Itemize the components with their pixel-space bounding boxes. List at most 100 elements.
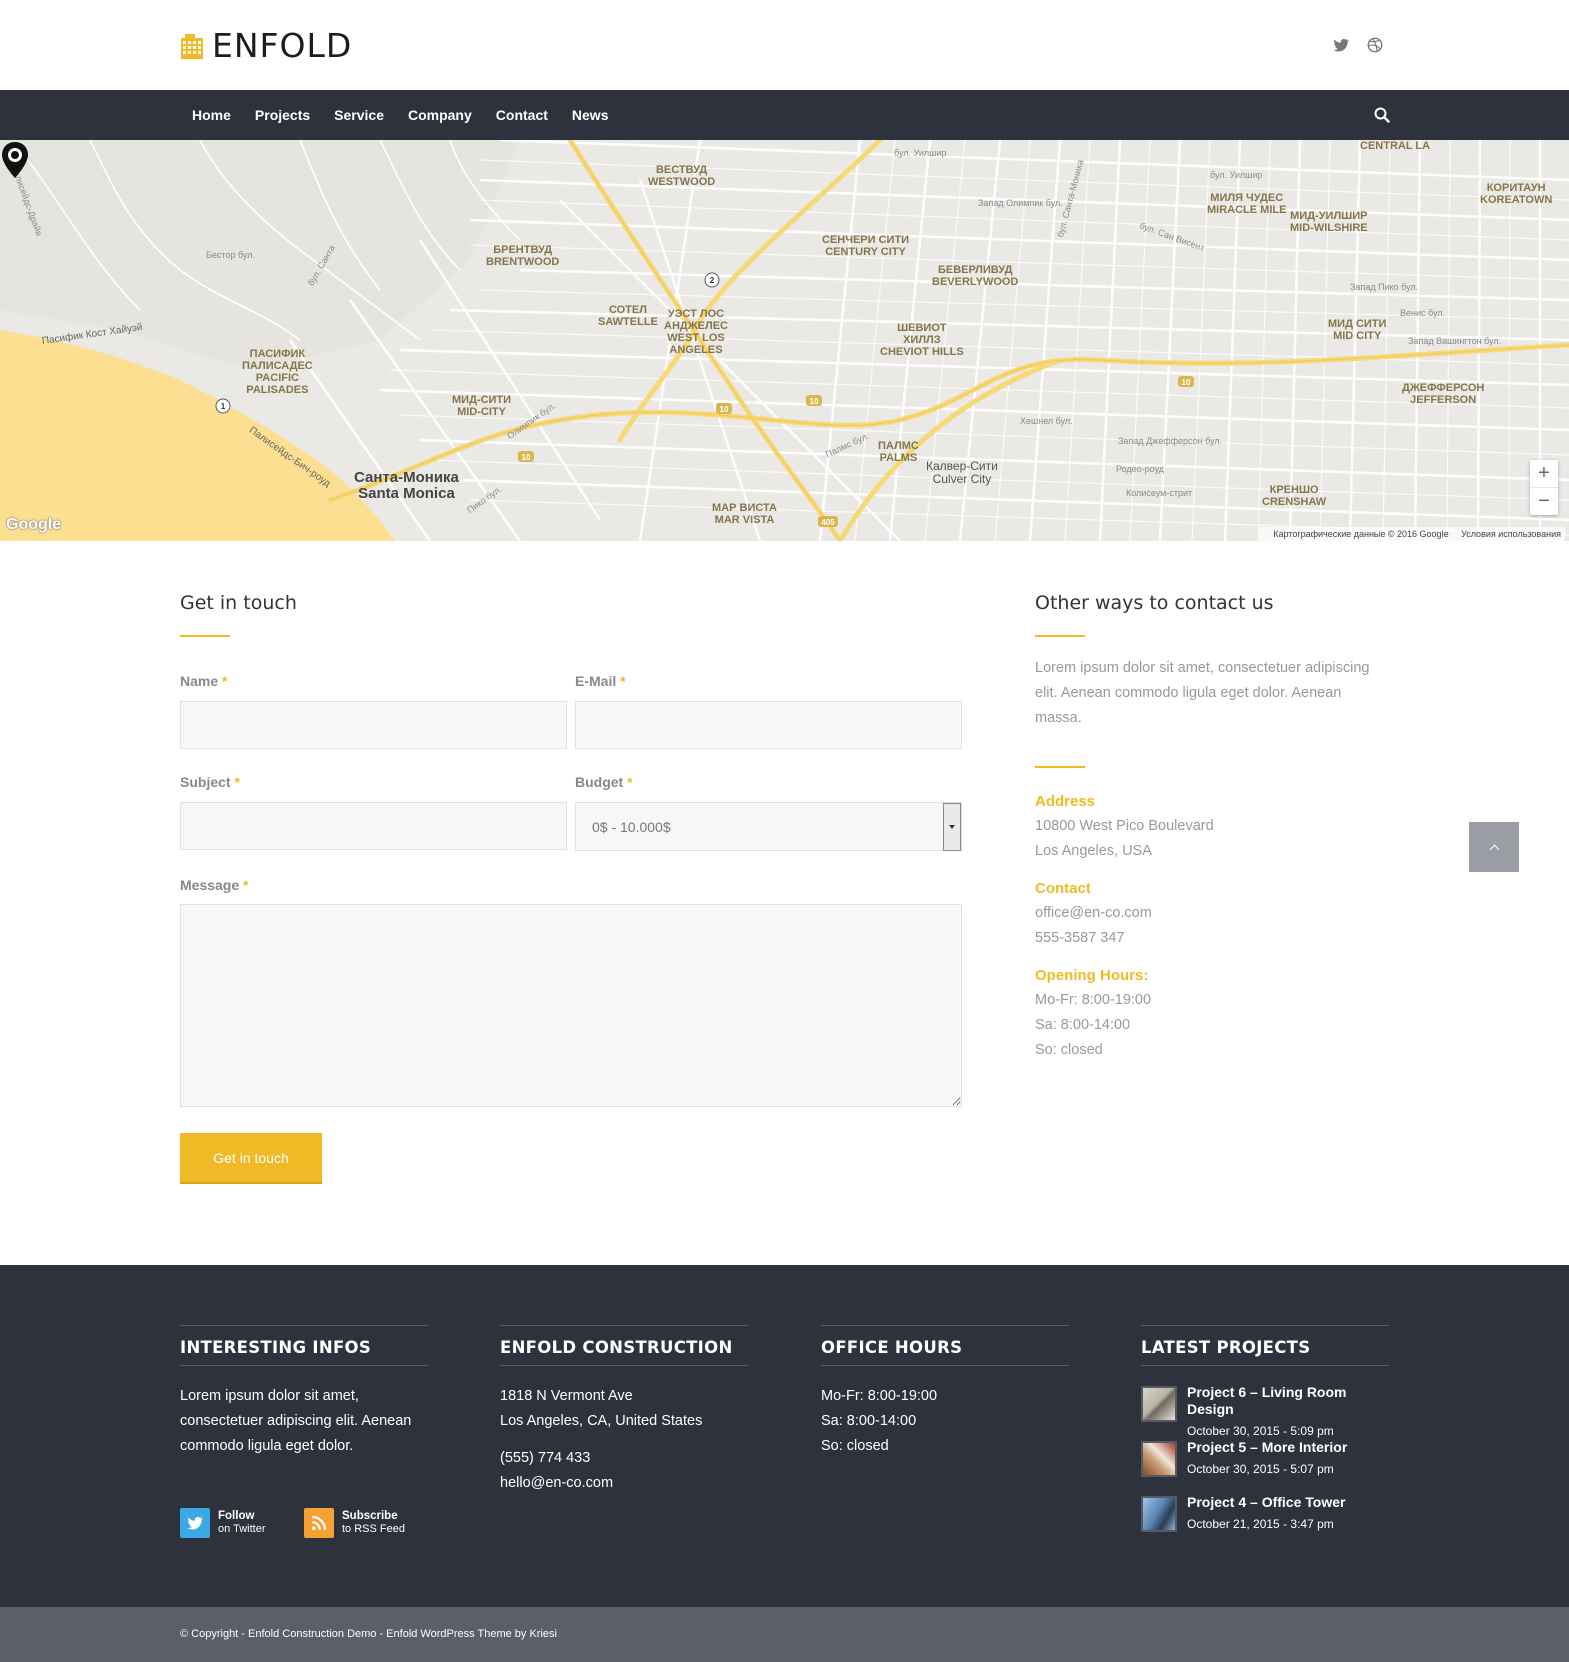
google-map[interactable]: 2 1 10 10 10 10 405 ВЕСТВУД WESTWOOD БРЕ… bbox=[0, 140, 1569, 541]
project-item[interactable]: Project 5 – More Interior October 30, 20… bbox=[1141, 1439, 1389, 1479]
footer-divider bbox=[821, 1325, 1069, 1326]
submit-button[interactable]: Get in touch bbox=[180, 1133, 322, 1184]
message-label: Message * bbox=[180, 877, 249, 893]
map-street: Запад Вашингтон бул. bbox=[1408, 336, 1502, 346]
map-label-crenshaw: КРЕНШО CRENSHAW bbox=[1262, 484, 1327, 508]
project-thumbnail[interactable] bbox=[1141, 1441, 1177, 1477]
map-street: бул. Уилшир bbox=[1210, 170, 1263, 180]
footer-infos-text: Lorem ipsum dolor sit amet, consectetuer… bbox=[180, 1388, 412, 1454]
follow-sub: on Twitter bbox=[218, 1523, 266, 1535]
footer-email[interactable]: hello@en-co.com bbox=[500, 1471, 748, 1496]
twitter-icon bbox=[180, 1508, 210, 1538]
form-title-underline bbox=[180, 635, 230, 637]
map-label-culver-city: Калвер-Сити Culver City bbox=[926, 459, 998, 486]
map-street: Венис бул. bbox=[1400, 308, 1446, 318]
map-label-jefferson: ДЖЕФФЕРСОН JEFFERSON bbox=[1402, 382, 1485, 406]
budget-label-text: Budget bbox=[575, 774, 624, 790]
contact-info-underline bbox=[1035, 635, 1085, 637]
map-label-mid-wilshire: МИД-УИЛШИР MID-WILSHIRE bbox=[1290, 210, 1368, 234]
nav-item-contact[interactable]: Contact bbox=[484, 90, 560, 140]
search-icon[interactable] bbox=[1373, 106, 1391, 124]
map-label-brentwood: БРЕНТВУД BRENTWOOD bbox=[486, 244, 560, 268]
project-thumbnail[interactable] bbox=[1141, 1386, 1177, 1422]
message-field[interactable] bbox=[180, 904, 962, 1107]
required-mark: * bbox=[620, 673, 626, 689]
footer-divider bbox=[180, 1325, 428, 1326]
nav-item-home[interactable]: Home bbox=[180, 90, 243, 140]
email-label-text: E-Mail bbox=[575, 673, 617, 689]
email-field[interactable] bbox=[575, 701, 962, 749]
map-label-west-los-angeles: УЭСТ ЛОС АНДЖЕЛЕС WEST LOS ANGELES bbox=[664, 308, 729, 356]
footer-divider bbox=[180, 1365, 428, 1366]
follow-twitter-link[interactable]: Follow on Twitter bbox=[180, 1508, 266, 1538]
google-logo[interactable]: Google bbox=[6, 516, 61, 534]
required-mark: * bbox=[234, 774, 240, 790]
map-label-century-city: СЕНЧЕРИ СИТИ CENTURY CITY bbox=[822, 234, 910, 258]
footer-col-title: INTERESTING INFOS bbox=[180, 1338, 372, 1357]
contact-email[interactable]: office@en-co.com bbox=[1035, 905, 1152, 921]
copyright-text: © Copyright - Enfold Construction Demo -… bbox=[180, 1628, 557, 1640]
project-thumbnail[interactable] bbox=[1141, 1496, 1177, 1532]
subscribe-label: Subscribe bbox=[342, 1510, 398, 1522]
subject-label: Subject * bbox=[180, 774, 240, 790]
project-meta: Project 5 – More Interior October 30, 20… bbox=[1187, 1439, 1347, 1479]
address-line: Los Angeles, USA bbox=[1035, 843, 1152, 859]
message-label-text: Message bbox=[180, 877, 240, 893]
nav-item-news[interactable]: News bbox=[560, 90, 621, 140]
footer-divider bbox=[821, 1365, 1069, 1366]
map-street: Запад Олимпик бул. bbox=[978, 198, 1063, 208]
map-label-cheviot-hills: ШЕВИОТ ХИЛЛЗ CHEVIOT HILLS bbox=[880, 322, 964, 358]
project-title[interactable]: Project 6 – Living Room Design bbox=[1187, 1384, 1389, 1418]
svg-text:10: 10 bbox=[720, 405, 729, 414]
footer-col-construction: ENFOLD CONSTRUCTION 1818 N Vermont Ave L… bbox=[500, 1325, 748, 1496]
opening-hours-line: So: closed bbox=[1035, 1042, 1103, 1058]
footer-col-infos: INTERESTING INFOS Lorem ipsum dolor sit … bbox=[180, 1325, 428, 1459]
budget-select[interactable]: 0$ - 10.000$ bbox=[575, 802, 962, 851]
footer-divider bbox=[500, 1365, 748, 1366]
nav-item-company[interactable]: Company bbox=[396, 90, 484, 140]
svg-text:2: 2 bbox=[710, 276, 715, 285]
footer-hours-line: Sa: 8:00-14:00 bbox=[821, 1413, 917, 1429]
project-title[interactable]: Project 4 – Office Tower bbox=[1187, 1494, 1345, 1511]
project-title[interactable]: Project 5 – More Interior bbox=[1187, 1439, 1347, 1456]
nav-item-projects[interactable]: Projects bbox=[243, 90, 322, 140]
twitter-icon[interactable] bbox=[1332, 36, 1350, 54]
map-label-koreatown: КОРИТАУН KOREATOWN bbox=[1480, 182, 1553, 206]
svg-text:405: 405 bbox=[821, 518, 835, 527]
contact-heading: Contact bbox=[1035, 880, 1091, 897]
map-terms-link[interactable]: Условия использования bbox=[1461, 529, 1561, 539]
subject-field[interactable] bbox=[180, 802, 567, 850]
map-label-pacific-palisades: ПАСИФИК ПАЛИСАДЕС PACIFIC PALISADES bbox=[242, 348, 313, 396]
footer-hours-line: So: closed bbox=[821, 1438, 889, 1454]
project-item[interactable]: Project 6 – Living Room Design October 3… bbox=[1141, 1384, 1389, 1438]
map-label-santa-monica: Санта-Моника Santa Monica bbox=[354, 469, 459, 502]
map-data-credit: Картографические данные © 2016 Google bbox=[1273, 529, 1449, 539]
svg-text:1: 1 bbox=[221, 402, 226, 411]
nav-item-service[interactable]: Service bbox=[322, 90, 396, 140]
dribbble-icon[interactable] bbox=[1366, 36, 1384, 54]
project-date: October 21, 2015 - 3:47 pm bbox=[1187, 1517, 1334, 1531]
nav-menu: Home Projects Service Company Contact Ne… bbox=[180, 90, 620, 140]
project-item[interactable]: Project 4 – Office Tower October 21, 201… bbox=[1141, 1494, 1389, 1534]
map-label-beverlywood: БЕВЕРЛИВУД BEVERLYWOOD bbox=[932, 264, 1019, 288]
zoom-in-button[interactable]: + bbox=[1530, 460, 1558, 487]
footer-col-title: ENFOLD CONSTRUCTION bbox=[500, 1338, 733, 1357]
map-street: Колисеум-стрит bbox=[1126, 488, 1193, 498]
footer: INTERESTING INFOS Lorem ipsum dolor sit … bbox=[0, 1265, 1569, 1607]
contact-info-divider bbox=[1035, 766, 1085, 768]
footer-socket: © Copyright - Enfold Construction Demo -… bbox=[0, 1607, 1569, 1662]
rss-icon bbox=[304, 1508, 334, 1538]
required-mark: * bbox=[627, 774, 633, 790]
subscribe-rss-link[interactable]: Subscribe to RSS Feed bbox=[304, 1508, 405, 1538]
zoom-out-button[interactable]: − bbox=[1530, 487, 1558, 514]
site-logo[interactable]: ENFOLD bbox=[180, 26, 352, 65]
building-icon bbox=[181, 33, 203, 59]
header-social-links bbox=[1332, 36, 1384, 54]
map-marker-icon[interactable] bbox=[0, 140, 30, 180]
footer-hours-line: Mo-Fr: 8:00-19:00 bbox=[821, 1388, 938, 1404]
chevron-down-icon[interactable] bbox=[943, 803, 961, 851]
scroll-to-top-button[interactable] bbox=[1469, 822, 1519, 872]
footer-col-title: LATEST PROJECTS bbox=[1141, 1338, 1311, 1357]
name-field[interactable] bbox=[180, 701, 567, 749]
project-meta: Project 4 – Office Tower October 21, 201… bbox=[1187, 1494, 1345, 1534]
